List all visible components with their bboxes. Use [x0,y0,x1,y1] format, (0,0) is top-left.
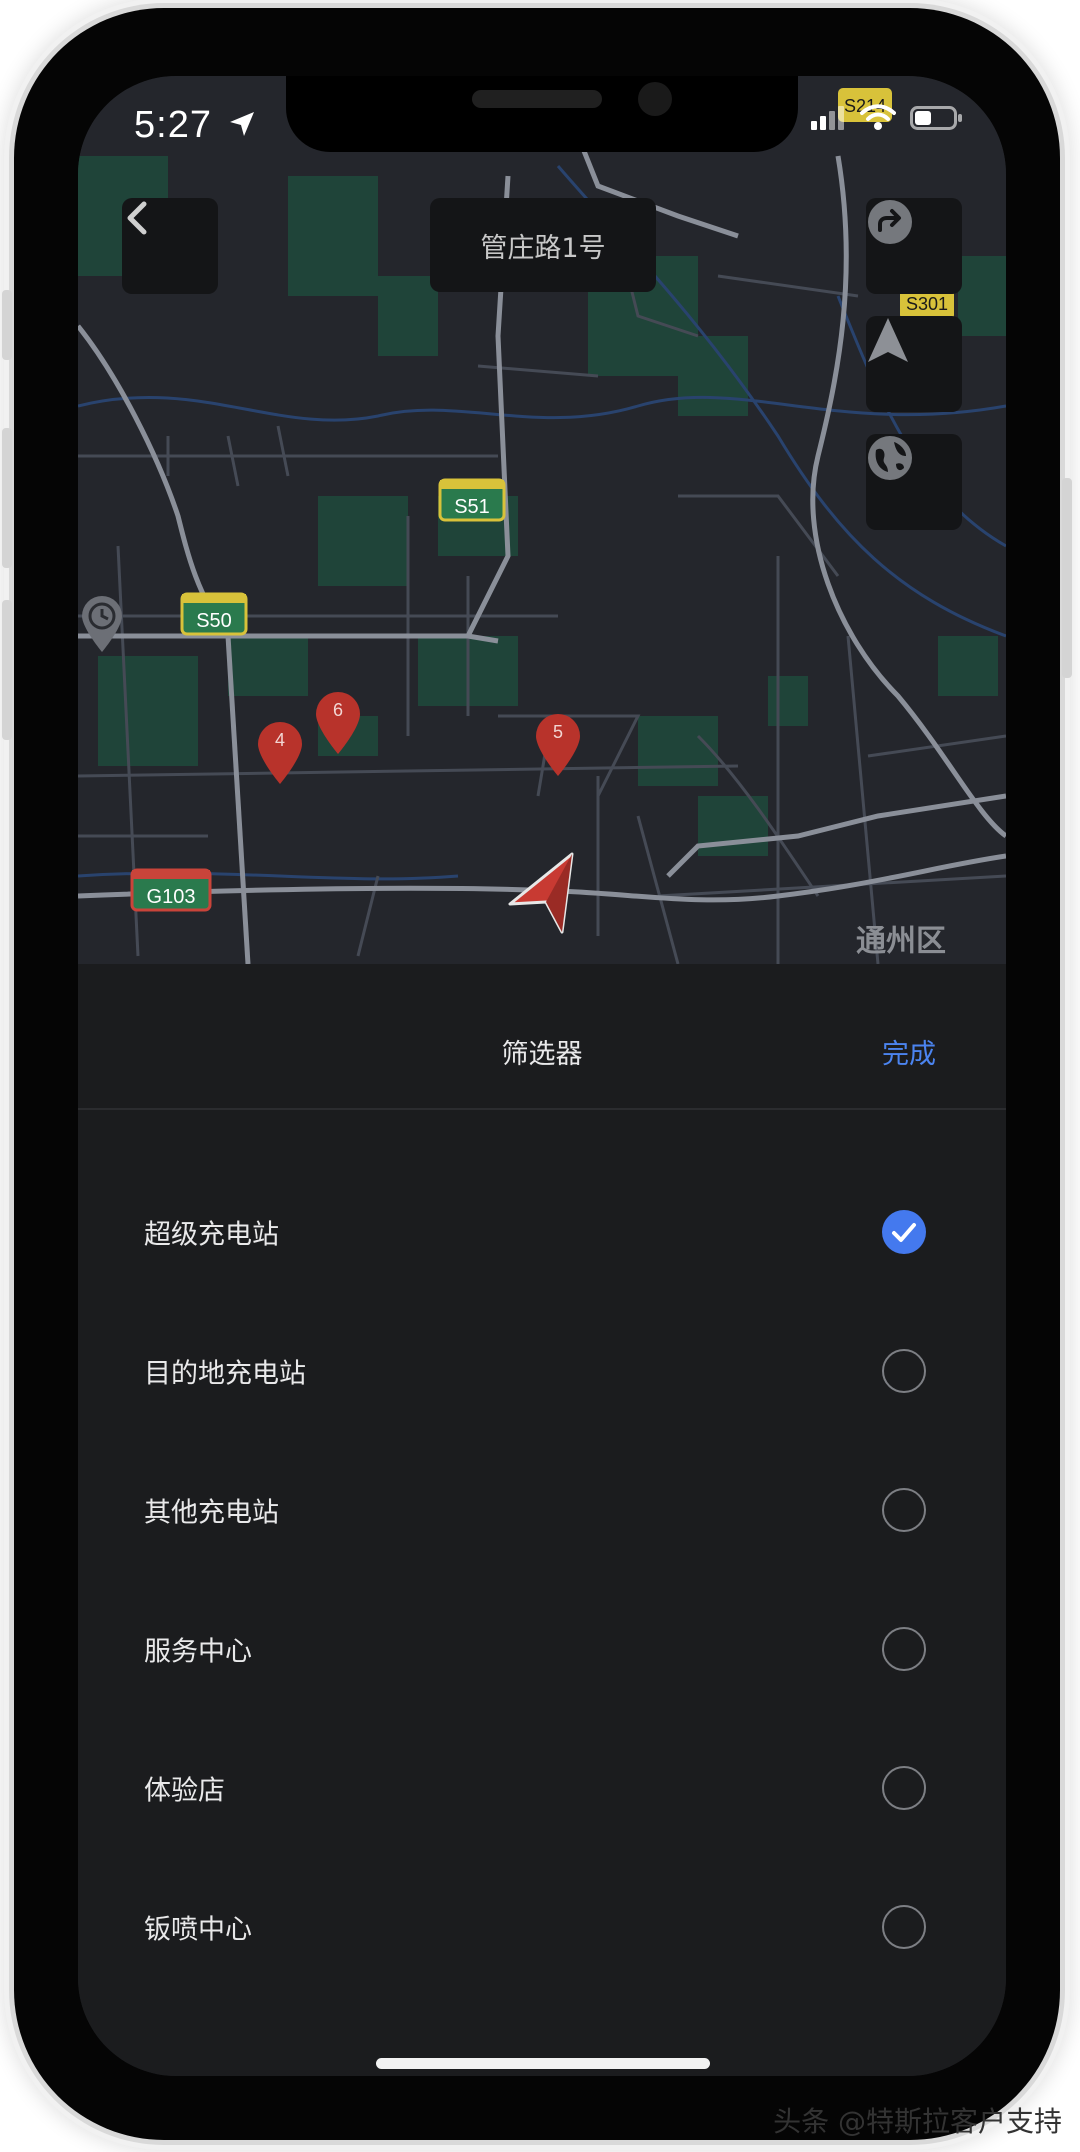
map-pin-5[interactable]: 5 [534,712,582,778]
map-pin-4[interactable]: 4 [256,720,304,786]
radio-circle-icon[interactable] [882,1626,926,1671]
screen: S214 S301 S51 S50 G103 4 6 5 通州区 管庄路1号 5… [78,76,1006,2076]
clock-icon[interactable] [80,594,124,654]
status-time: 5:27 [134,104,212,146]
current-location-icon [506,852,580,934]
wifi-icon [860,104,896,130]
radio-circle-icon[interactable] [882,1487,926,1532]
location-services-icon [228,110,256,142]
filter-option-supercharger[interactable]: 超级充电站 [78,1162,1006,1301]
map-pin-label: 4 [274,730,285,750]
radio-circle-icon[interactable] [882,1765,926,1810]
checkmark-icon[interactable] [882,1209,926,1254]
filter-option-experience-store[interactable]: 体验店 [78,1718,1006,1857]
divider [78,1108,1006,1110]
front-camera [638,82,672,116]
mute-switch [2,290,12,360]
filter-option-other-charger[interactable]: 其他充电站 [78,1440,1006,1579]
navigate-icon [868,318,908,362]
filter-sheet: 筛选器 完成 超级充电站 目的地充电站 其他充电站 服务中心 体验店 钣喷中心 [78,964,1006,2076]
option-label: 服务中心 [144,1636,252,1667]
map-style-button[interactable] [866,434,962,530]
radio-circle-icon[interactable] [882,1904,926,1949]
share-icon [868,200,912,244]
map-view[interactable]: S214 S301 S51 S50 G103 4 6 5 通州区 管庄路1号 [78,76,1006,964]
home-indicator[interactable] [376,2058,710,2069]
battery-icon [910,106,962,130]
status-indicators [810,104,964,132]
done-button[interactable]: 完成 [882,1032,936,1071]
signal-icon [811,106,844,130]
sheet-title: 筛选器 [501,1039,583,1070]
globe-icon [868,436,912,480]
option-label: 体验店 [144,1775,225,1806]
back-button[interactable] [122,198,218,294]
radio-circle-icon[interactable] [882,1348,926,1393]
filter-option-body-shop[interactable]: 钣喷中心 [78,1857,1006,1996]
volume-up-button [2,428,12,568]
option-label: 超级充电站 [144,1219,279,1250]
option-label: 钣喷中心 [144,1914,252,1945]
option-label: 其他充电站 [144,1497,279,1528]
power-button [1062,478,1072,678]
option-label: 目的地充电站 [144,1358,306,1389]
share-route-button[interactable] [866,198,962,294]
district-label: 通州区 [856,924,946,959]
volume-down-button [2,600,12,740]
navigate-button[interactable] [866,316,962,412]
map-pin-label: 6 [332,700,343,720]
filter-option-destination-charger[interactable]: 目的地充电站 [78,1301,1006,1440]
map-pin-label: 5 [552,722,563,742]
watermark: 头条 @特斯拉客户支持 [773,2105,1062,2138]
back-icon [127,201,147,235]
map-pin-6[interactable]: 6 [314,690,362,756]
filter-option-service-center[interactable]: 服务中心 [78,1579,1006,1718]
map-address-title[interactable]: 管庄路1号 [430,198,656,292]
speaker-grille [472,90,602,108]
notch [286,76,798,152]
